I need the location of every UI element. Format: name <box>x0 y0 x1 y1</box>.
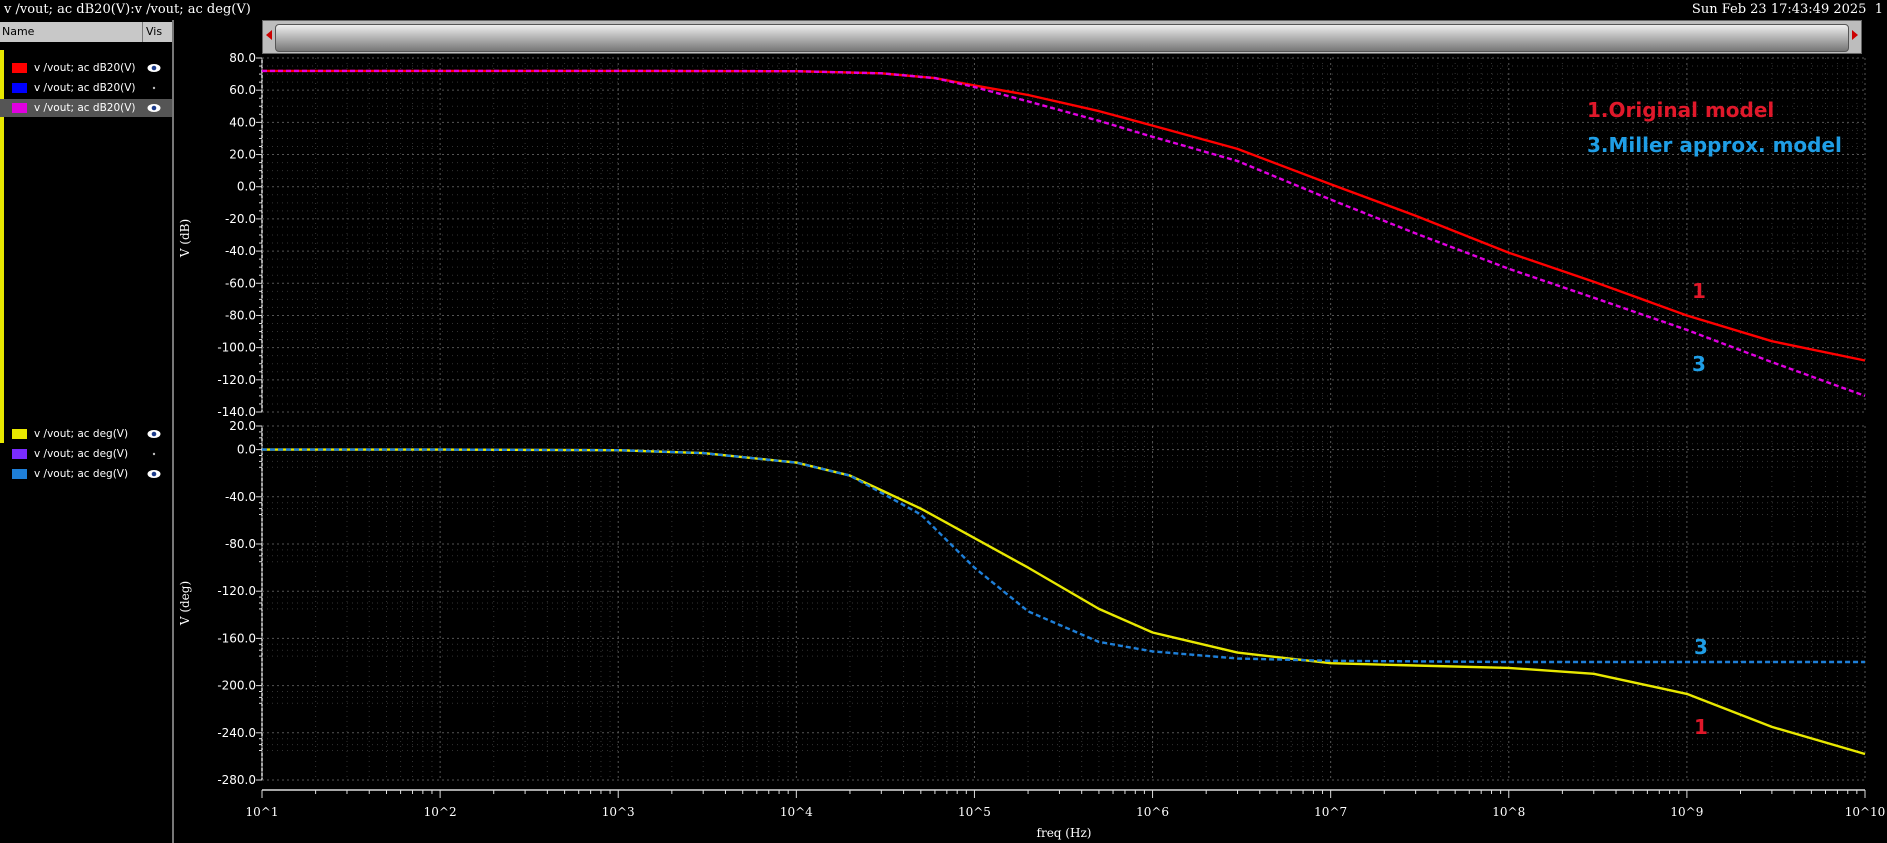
x-tick-label: 10^5 <box>958 805 991 819</box>
x-tick-label: 10^8 <box>1492 805 1525 819</box>
x-tick-label: 10^9 <box>1670 805 1703 819</box>
y-tick-label: -80.0 <box>225 308 256 322</box>
y-tick-label: 0.0 <box>237 180 256 194</box>
y-tick-label: -140.0 <box>217 405 256 419</box>
plot-area[interactable]: 80.0 60.0 40.0 20.0 0.0 -20.0 -40.0 -60.0 -80.0 -… <box>0 0 1887 843</box>
y-tick-label: -160.0 <box>217 631 256 645</box>
y-tick-label: -120.0 <box>217 584 256 598</box>
phase-trace-original <box>262 448 1866 756</box>
legend-text-miller-model: 3.Miller approx. model <box>1587 133 1842 157</box>
x-tick-label: 10^7 <box>1314 805 1347 819</box>
y-tick-label: -80.0 <box>225 537 256 551</box>
y-tick-label: 80.0 <box>229 51 256 65</box>
legend-text-original-model: 1.Original model <box>1587 98 1774 122</box>
y-tick-label: -20.0 <box>225 212 256 226</box>
x-tick-label: 10^6 <box>1136 805 1169 819</box>
y-tick-label: -200.0 <box>217 679 256 693</box>
x-tick-label: 10^4 <box>780 805 813 819</box>
y-tick-label: -240.0 <box>217 726 256 740</box>
y-tick-label: -60.0 <box>225 276 256 290</box>
y-tick-label: 60.0 <box>229 83 256 97</box>
y-tick-label: 40.0 <box>229 115 256 129</box>
y-tick-label: -100.0 <box>217 341 256 355</box>
y-tick-label: -120.0 <box>217 373 256 387</box>
magnitude-y-axis-label: V (dB) <box>178 219 192 258</box>
y-tick-label: 20.0 <box>229 419 256 433</box>
phase-y-axis-label: V (deg) <box>178 581 192 626</box>
x-tick-label: 10^1 <box>246 805 279 819</box>
y-tick-label: -280.0 <box>217 773 256 787</box>
y-tick-label: 20.0 <box>229 148 256 162</box>
y-tick-label: -40.0 <box>225 244 256 258</box>
magnitude-marker-miller: 3 <box>1692 352 1706 376</box>
x-tick-label: 10^2 <box>424 805 457 819</box>
x-axis-label: freq (Hz) <box>1037 826 1092 840</box>
phase-marker-original: 1 <box>1694 715 1708 739</box>
y-tick-label: -40.0 <box>225 490 256 504</box>
x-tick-label: 10^10 <box>1845 805 1886 819</box>
y-tick-label: 0.0 <box>237 443 256 457</box>
phase-marker-miller: 3 <box>1694 635 1708 659</box>
magnitude-marker-original: 1 <box>1692 279 1706 303</box>
x-tick-label: 10^3 <box>602 805 635 819</box>
